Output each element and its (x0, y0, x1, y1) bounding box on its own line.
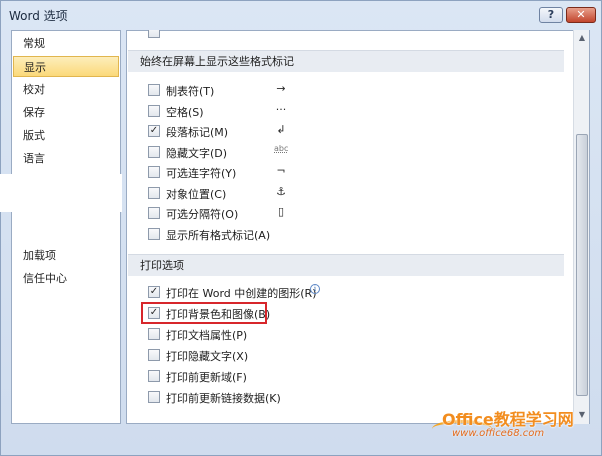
partially-scrolled-row (140, 30, 420, 38)
dialog-title: Word 选项 (9, 9, 68, 23)
option-label: 打印隐藏文字(X) (166, 350, 249, 363)
option-label: 隐藏文字(D) (166, 147, 228, 160)
checkbox[interactable] (148, 166, 160, 178)
category-sidebar: 常规 显示 校对 保存 版式 语言 高级 加载项 信任中心 (11, 30, 121, 424)
option-label: 打印前更新链接数据(K) (166, 392, 281, 405)
anchor-icon: ⚓ (276, 185, 286, 198)
option-label: 可选分隔符(O) (166, 208, 239, 221)
hyphen-mark-icon: ¬ (276, 164, 286, 177)
option-label: 对象位置(C) (166, 188, 227, 201)
sidebar-item-general[interactable]: 常规 (13, 33, 119, 54)
close-button[interactable]: ✕ (566, 7, 596, 23)
sidebar-obscured-area (0, 174, 122, 212)
section-header-print-options: 打印选项 (128, 254, 564, 276)
option-label: 打印在 Word 中创建的图形(R) (166, 287, 317, 300)
checkbox-checked[interactable]: ✓ (148, 286, 160, 298)
option-label: 显示所有格式标记(A) (166, 229, 271, 242)
sidebar-item-trust-center[interactable]: 信任中心 (13, 268, 119, 289)
tab-mark-icon: → (276, 82, 286, 95)
checkbox[interactable] (148, 328, 160, 340)
checkbox[interactable] (148, 370, 160, 382)
option-label: 打印前更新域(F) (166, 371, 247, 384)
sidebar-item-layout[interactable]: 版式 (13, 125, 119, 146)
option-print-hidden-text[interactable]: 打印隐藏文字(X) (148, 347, 448, 365)
title-bar: Word 选项 ? ✕ (1, 1, 601, 29)
watermark-url: www.office68.com (452, 428, 545, 439)
scrollbar-thumb[interactable] (576, 134, 588, 396)
sidebar-item-proofing[interactable]: 校对 (13, 79, 119, 100)
optional-break-icon: ▯ (277, 205, 285, 218)
sidebar-item-language[interactable]: 语言 (13, 148, 119, 169)
option-label: 段落标记(M) (166, 126, 229, 139)
paragraph-mark-icon: ↲ (276, 123, 286, 136)
option-spaces[interactable]: 空格(S) ··· (148, 103, 448, 121)
sidebar-item-addins[interactable]: 加载项 (13, 245, 119, 266)
checkbox[interactable] (148, 391, 160, 403)
option-tab-characters[interactable]: 制表符(T) → (148, 82, 448, 100)
content-scrollbar[interactable]: ▲ ▼ (573, 30, 589, 424)
option-optional-hyphens[interactable]: 可选连字符(Y) ¬ (148, 164, 448, 182)
checkbox[interactable] (148, 84, 160, 96)
option-label: 制表符(T) (166, 85, 215, 98)
highlight-annotation-box (141, 302, 267, 324)
option-show-all-marks[interactable]: 显示所有格式标记(A) (148, 226, 448, 244)
checkbox[interactable] (148, 349, 160, 361)
checkbox-checked[interactable]: ✓ (148, 125, 160, 137)
option-update-fields[interactable]: 打印前更新域(F) (148, 368, 448, 386)
info-icon[interactable]: i (310, 284, 320, 294)
option-label: 打印文档属性(P) (166, 329, 248, 342)
sidebar-item-display[interactable]: 显示 (13, 56, 119, 77)
help-button[interactable]: ? (539, 7, 563, 23)
section-header-formatting-marks: 始终在屏幕上显示这些格式标记 (128, 50, 564, 72)
option-update-linked-data[interactable]: 打印前更新链接数据(K) (148, 389, 448, 407)
option-label: 可选连字符(Y) (166, 167, 237, 180)
option-paragraph-marks[interactable]: ✓ 段落标记(M) ↲ (148, 123, 448, 141)
space-mark-icon: ··· (275, 103, 287, 116)
option-print-drawings[interactable]: ✓ 打印在 Word 中创建的图形(R) (148, 284, 448, 302)
checkbox[interactable] (148, 187, 160, 199)
checkbox[interactable] (148, 207, 160, 219)
option-label: 空格(S) (166, 106, 204, 119)
site-watermark: Office教程学习网 www.office68.com (432, 404, 602, 456)
option-hidden-text[interactable]: 隐藏文字(D) abc (148, 144, 448, 162)
checkbox[interactable] (148, 105, 160, 117)
checkbox[interactable] (148, 30, 160, 38)
option-optional-breaks[interactable]: 可选分隔符(O) ▯ (148, 205, 448, 223)
option-object-anchors[interactable]: 对象位置(C) ⚓ (148, 185, 448, 203)
checkbox[interactable] (148, 146, 160, 158)
sidebar-item-save[interactable]: 保存 (13, 102, 119, 123)
hidden-text-mark-icon: abc (274, 144, 289, 153)
option-print-document-properties[interactable]: 打印文档属性(P) (148, 326, 448, 344)
checkbox[interactable] (148, 228, 160, 240)
scroll-up-arrow-icon[interactable]: ▲ (577, 33, 587, 43)
watermark-logo: Office教程学习网 (442, 410, 574, 429)
